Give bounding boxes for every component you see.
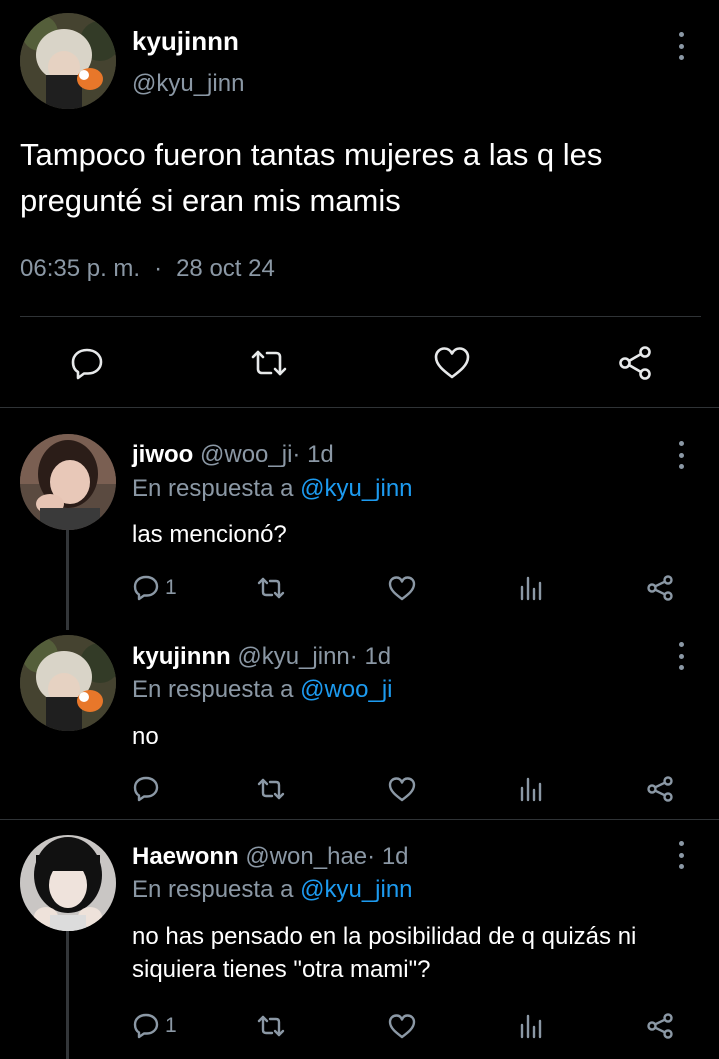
replying-to-link[interactable]: @woo_ji [300,676,392,703]
reply-avatar[interactable] [20,434,116,530]
reply-icon [71,348,103,380]
share-button[interactable] [645,1010,675,1042]
divider [0,819,719,820]
reply-age: 1d [381,843,409,870]
haewonn-avatar-image [20,835,116,931]
reply-author-handle[interactable]: @won_hae [245,843,367,870]
reply-button[interactable]: 1 [131,572,177,604]
views-icon [520,777,542,802]
like-button[interactable] [387,773,417,805]
reply-author-handle[interactable]: @kyu_jinn [237,643,349,670]
replying-to-link[interactable]: @kyu_jinn [300,876,412,903]
reply-action-bar: 1 [0,1010,719,1046]
jiwoo-avatar-image [20,434,116,530]
tweet-time: 06:35 p. m. [20,255,141,282]
more-options-icon[interactable] [677,642,685,670]
reply-count: 1 [165,576,177,599]
reply-author-name[interactable]: jiwoo [132,441,193,468]
reply-text: no has pensado en la posibilidad de q qu… [132,923,637,983]
like-button[interactable] [387,1010,417,1042]
tweet-text: Tampoco fueron tantas mujeres a las q le… [20,137,603,218]
views-icon [520,1014,542,1039]
reply-count: 1 [165,1014,177,1037]
like-icon [388,1014,416,1039]
reply-header: Haewonn @won_hae· 1d [132,843,409,871]
views-button[interactable] [516,572,546,604]
reply-separator: · [367,843,376,870]
retweet-icon [257,577,285,599]
more-options-icon[interactable] [677,841,685,869]
replying-to: En respuesta a @kyu_jinn [132,475,413,503]
kyujinnn-avatar-image [20,635,116,731]
retweet-icon [257,1015,285,1037]
more-options-icon[interactable] [677,32,685,60]
share-icon [619,346,651,380]
retweet-icon [257,778,285,800]
retweet-button[interactable] [249,343,289,383]
reply-separator: · [349,643,358,670]
reply-header: kyujinnn @kyu_jinn· 1d [132,643,391,671]
author-avatar[interactable] [20,13,116,109]
reply-age: 1d [364,643,392,670]
share-button[interactable] [645,773,675,805]
replying-to: En respuesta a @kyu_jinn [132,876,413,904]
reply-button[interactable]: 1 [131,1010,177,1042]
reply-header: jiwoo @woo_ji· 1d [132,441,334,469]
reply-button[interactable] [131,773,165,805]
views-button[interactable] [516,1010,546,1042]
like-button[interactable] [387,572,417,604]
like-button[interactable] [432,343,472,383]
retweet-button[interactable] [256,1010,286,1042]
share-icon [647,575,673,601]
replying-to-label: En respuesta a [132,475,294,502]
reply-icon [133,1013,159,1039]
reply-text: no [132,723,159,750]
like-icon [388,576,416,601]
reply-author-name[interactable]: Haewonn [132,843,239,870]
like-icon [434,347,470,379]
main-action-bar [0,335,719,391]
tweet-thread-screen: kyujinnn @kyu_jinn Tampoco fueron tantas… [0,0,719,1059]
reply-separator: · [292,441,301,468]
share-icon [647,1013,673,1039]
reply-author-name[interactable]: kyujinnn [132,643,231,670]
reply-text: las mencionó? [132,521,287,548]
replying-to: En respuesta a @woo_ji [132,676,393,704]
tweet-date: 28 oct 24 [176,255,275,282]
author-handle[interactable]: @kyu_jinn [132,70,244,98]
reply-icon [133,776,159,802]
reply-avatar[interactable] [20,835,116,931]
share-button[interactable] [615,343,655,383]
replying-to-label: En respuesta a [132,676,294,703]
divider [20,316,701,317]
reply-action-bar [0,773,719,809]
views-icon [520,576,542,601]
replying-to-link[interactable]: @kyu_jinn [300,475,412,502]
like-icon [388,777,416,802]
share-icon [647,776,673,802]
tweet-timestamp: 06:35 p. m. · 28 oct 24 [20,255,275,283]
kyujinnn-avatar-image [20,13,116,109]
replying-to-label: En respuesta a [132,876,294,903]
author-name[interactable]: kyujinnn [132,26,239,57]
reply-author-handle[interactable]: @woo_ji [200,441,292,468]
reply-avatar[interactable] [20,635,116,731]
retweet-button[interactable] [256,572,286,604]
retweet-button[interactable] [256,773,286,805]
views-button[interactable] [516,773,546,805]
more-options-icon[interactable] [677,441,685,469]
retweet-icon [251,350,287,376]
reply-age: 1d [307,441,334,468]
meta-separator: · [154,255,163,282]
reply-action-bar: 1 [0,572,719,608]
divider [0,407,719,408]
reply-button[interactable] [67,343,107,383]
reply-icon [133,575,159,601]
share-button[interactable] [645,572,675,604]
